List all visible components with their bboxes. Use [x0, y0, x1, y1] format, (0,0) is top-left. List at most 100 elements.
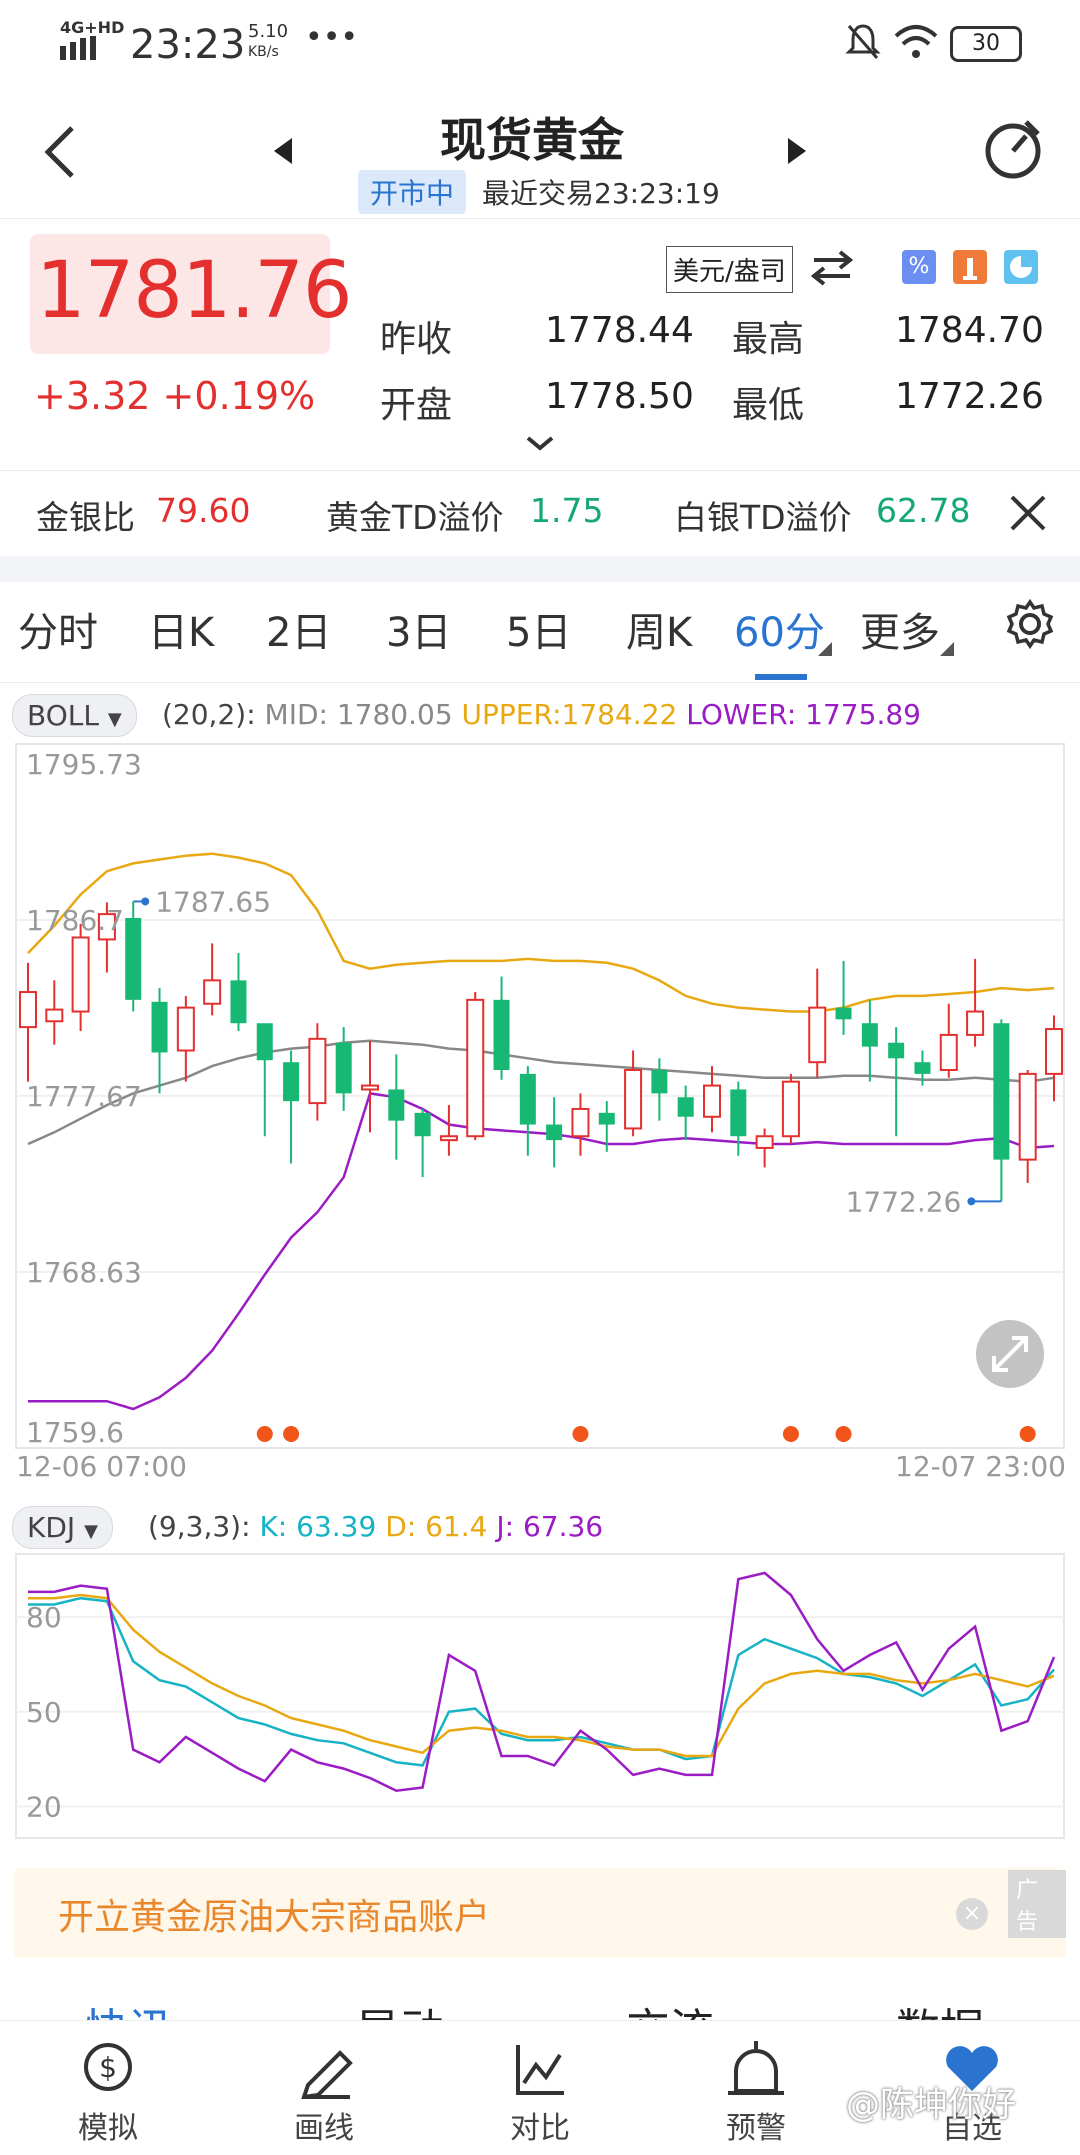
candle: [624, 1050, 643, 1137]
open-value: 1778.50: [545, 376, 694, 417]
tab-60min[interactable]: 60分: [734, 600, 825, 658]
y-tick-label: 1777.67: [26, 1080, 142, 1113]
pen-icon: [301, 2050, 353, 2100]
candle: [256, 1023, 273, 1137]
signal-dot: [835, 1426, 852, 1442]
expand-chevron-icon[interactable]: [524, 434, 556, 452]
kdj-y-tick: 80: [26, 1601, 62, 1634]
percent-icon[interactable]: %: [902, 250, 936, 284]
open-label: 开盘: [380, 385, 453, 426]
ad-tag: 广告: [1008, 1870, 1066, 1938]
unit-selector[interactable]: 美元/盎司: [666, 246, 793, 293]
candle: [651, 1058, 668, 1121]
prev-instrument-icon[interactable]: [272, 136, 294, 166]
candle: [966, 958, 985, 1047]
signal-dot: [283, 1426, 300, 1442]
kdj-chart[interactable]: 80 50 20: [0, 1550, 1080, 1842]
tab-more-corner-icon: [940, 642, 954, 656]
tab-5day[interactable]: 5日: [506, 600, 571, 658]
kdj-values: (9,3,3): K: 63.39 D: 61.4 J: 67.36: [148, 1510, 604, 1543]
silver-td-label: 白银TD溢价: [674, 498, 852, 537]
candle: [176, 995, 195, 1082]
candle: [1045, 1015, 1063, 1102]
network-label: 4G+HD: [60, 18, 125, 37]
ad-close-icon[interactable]: ×: [956, 1898, 988, 1930]
lighthouse-icon[interactable]: [953, 250, 987, 284]
candle: [414, 1108, 431, 1178]
tab-corner-icon: [818, 642, 832, 656]
max-annotation: 1787.65: [155, 885, 271, 918]
nav-draw-line[interactable]: 画线: [264, 2035, 384, 2147]
ad-text[interactable]: 开立黄金原油大宗商品账户: [58, 1888, 490, 1940]
news-tab-movers[interactable]: 异动: [356, 1994, 444, 2020]
candle: [308, 1023, 327, 1121]
bottom-nav: $ 模拟 画线 对比 预警 自选 @陈坤你好: [0, 2020, 1080, 2155]
signal-dot: [782, 1426, 799, 1442]
candle: [230, 953, 247, 1032]
candle: [677, 1085, 694, 1141]
tab-3day[interactable]: 3日: [386, 600, 451, 658]
candle: [703, 1066, 721, 1133]
x-start-label: 12-06 07:00: [16, 1450, 187, 1480]
battery-icon: 30: [950, 26, 1022, 62]
gear-icon[interactable]: [1004, 598, 1056, 650]
kdj-frame: [15, 1553, 1065, 1839]
candle: [493, 976, 510, 1080]
pie-chart-icon[interactable]: [1004, 250, 1038, 284]
y-tick-label: 1768.63: [26, 1256, 142, 1289]
candle: [335, 1027, 352, 1111]
quote-panel: 1781.76 +3.32 +0.19% 美元/盎司 % 昨收 1778.44 …: [0, 218, 1080, 470]
candle: [835, 960, 852, 1035]
swap-icon[interactable]: [810, 248, 854, 288]
candlestick-chart[interactable]: 1795.73 1786.7 1777.67 1768.63 1759.6 1787.6…: [0, 740, 1080, 1480]
news-tab-flash[interactable]: 快讯: [84, 1994, 172, 2020]
nav-compare[interactable]: 对比: [480, 2035, 600, 2147]
candle: [781, 1073, 800, 1145]
tab-weekly[interactable]: 周K: [626, 600, 692, 658]
more-dots: •••: [305, 20, 359, 55]
refresh-timer-icon[interactable]: [982, 118, 1044, 180]
candle: [939, 1003, 958, 1078]
wifi-icon: [894, 25, 938, 58]
candle: [755, 1128, 774, 1168]
active-tab-indicator: [755, 674, 807, 680]
tab-more[interactable]: 更多: [860, 600, 940, 658]
tab-daily[interactable]: 日K: [148, 600, 214, 658]
tab-intraday[interactable]: 分时: [18, 600, 98, 658]
min-annotation: 1772.26: [846, 1185, 962, 1218]
signal-dot: [1019, 1426, 1036, 1442]
news-tab-data[interactable]: 数据: [896, 1994, 984, 2020]
nav-simulate[interactable]: $ 模拟: [48, 2035, 168, 2147]
last-price: 1781.76: [36, 246, 353, 336]
candle: [19, 962, 37, 1082]
ad-banner[interactable]: 开立黄金原油大宗商品账户 广告 ×: [14, 1868, 1066, 1958]
candle: [993, 1019, 1010, 1202]
header-bar: 现货黄金 开市中 最近交易23:23:19: [0, 90, 1080, 219]
nav-alert[interactable]: 预警: [696, 2035, 816, 2147]
candle: [888, 1027, 905, 1137]
low-value: 1772.26: [895, 376, 1044, 417]
gold-silver-ratio-label: 金银比: [36, 498, 135, 537]
next-instrument-icon[interactable]: [786, 136, 808, 166]
prev-close-label: 昨收: [380, 319, 453, 360]
clock: 23:23: [130, 22, 246, 68]
close-icon[interactable]: [1008, 493, 1048, 533]
y-tick-label: 1795.73: [26, 748, 142, 781]
alarm-icon: [728, 2041, 784, 2095]
candle: [1018, 1069, 1037, 1184]
candle: [861, 999, 878, 1082]
high-value: 1784.70: [895, 310, 1044, 351]
tab-2day[interactable]: 2日: [266, 600, 331, 658]
back-arrow-icon[interactable]: [40, 124, 80, 180]
boll-values: (20,2): MID: 1780.05 UPPER:1784.22 LOWER…: [162, 698, 921, 731]
kdj-selector[interactable]: KDJ ▼: [12, 1506, 113, 1549]
candle: [730, 1081, 747, 1156]
candle: [546, 1097, 563, 1168]
kdj-y-tick: 20: [26, 1790, 62, 1823]
boll-selector[interactable]: BOLL ▼: [12, 694, 137, 737]
signal-icon: [60, 36, 96, 60]
boll-upper-line: [27, 852, 1055, 1013]
candle: [71, 923, 90, 1032]
news-tab-discuss[interactable]: 交流: [626, 1994, 714, 2020]
candle: [571, 1093, 590, 1156]
